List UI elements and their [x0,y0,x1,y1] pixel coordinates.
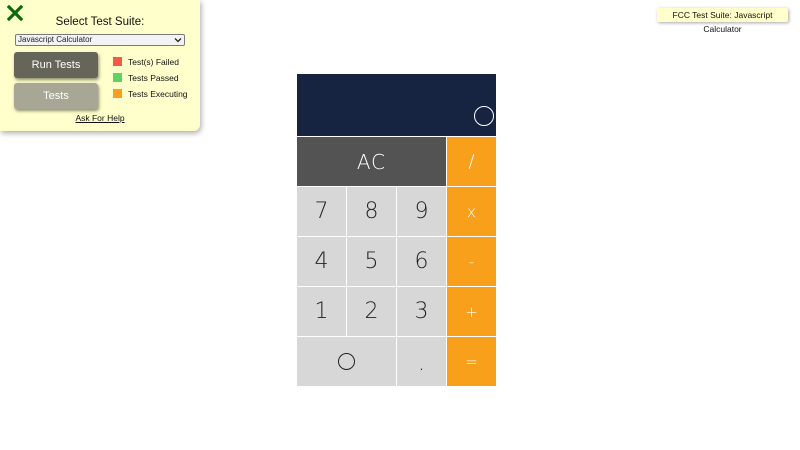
legend-executing: Tests Executing [113,89,188,100]
one-button[interactable]: 1 [297,287,346,336]
legend-failed: Test(s) Failed [113,57,179,68]
run-tests-button[interactable]: Run Tests [14,52,98,78]
subtract-button[interactable]: - [447,237,496,286]
test-suite-select[interactable]: Javascript Calculator [15,34,185,46]
decimal-button[interactable]: . [397,337,446,386]
chevron-down-icon [174,38,182,43]
equals-button[interactable]: = [447,337,496,386]
legend-failed-label: Test(s) Failed [128,57,180,67]
tests-button[interactable]: Tests [14,83,98,109]
nine-button[interactable]: 9 [397,187,446,236]
failed-swatch [113,57,122,67]
legend-passed-label: Tests Passed [128,73,179,83]
selected-suite-value: Javascript Calculator [18,35,93,44]
display-zero-glyph [474,106,494,126]
zero-glyph [338,353,355,370]
five-button[interactable]: 5 [347,237,396,286]
test-suite-panel: Select Test Suite: Javascript Calculator… [0,0,200,131]
calculator: 0 AC / 7 8 9 x 4 5 6 - 1 2 3 + 0 . = [297,74,496,386]
zero-button[interactable]: 0 [297,337,396,386]
display-value: 0 [474,106,494,131]
ask-for-help-link[interactable]: Ask For Help [0,113,200,123]
clear-button[interactable]: AC [297,137,446,186]
calculator-display: 0 [297,74,496,136]
four-button[interactable]: 4 [297,237,346,286]
three-button[interactable]: 3 [397,287,446,336]
eight-button[interactable]: 8 [347,187,396,236]
multiply-button[interactable]: x [447,187,496,236]
seven-button[interactable]: 7 [297,187,346,236]
add-button[interactable]: + [447,287,496,336]
fcc-test-suite-badge: FCC Test Suite: Javascript Calculator [657,8,788,34]
passed-swatch [113,73,122,83]
six-button[interactable]: 6 [397,237,446,286]
divide-button[interactable]: / [447,137,496,186]
two-button[interactable]: 2 [347,287,396,336]
panel-title: Select Test Suite: [55,16,145,28]
legend-executing-label: Tests Executing [128,89,188,99]
legend-passed: Tests Passed [113,73,179,84]
executing-swatch [113,89,122,99]
